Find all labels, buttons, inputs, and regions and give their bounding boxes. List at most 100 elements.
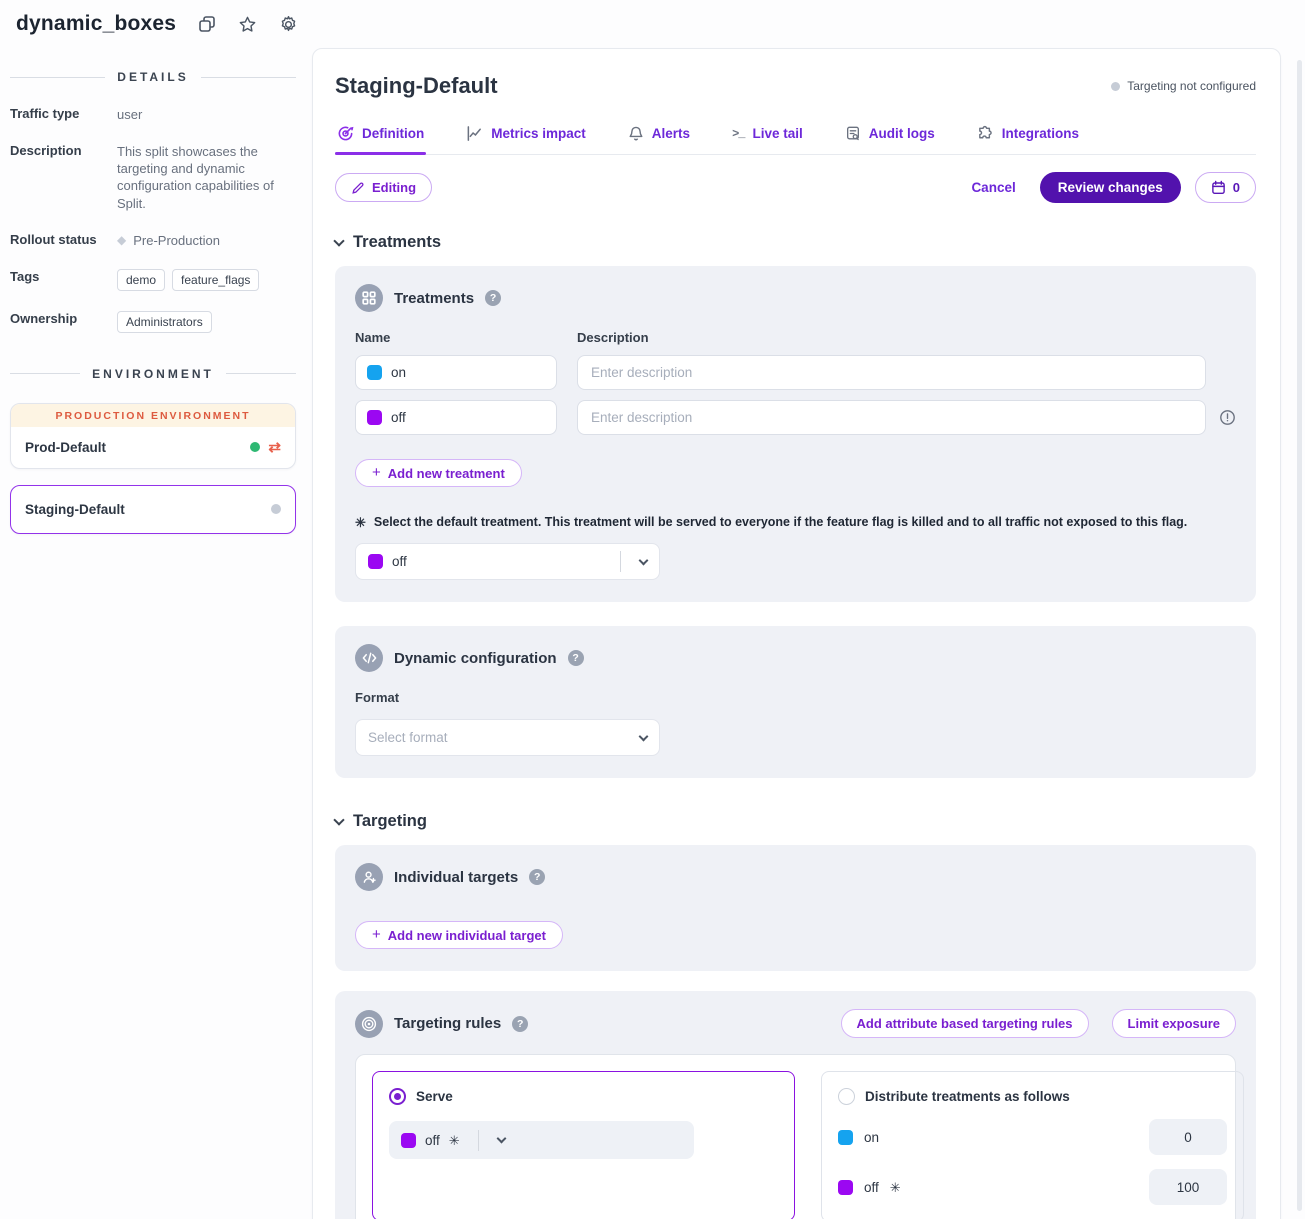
traffic-type-value: user	[117, 106, 142, 123]
info-alert-icon[interactable]	[1219, 409, 1236, 426]
targeting-rules-title: Targeting rules	[394, 1015, 501, 1032]
treatment-description-input-off[interactable]	[577, 400, 1206, 435]
add-new-treatment-button[interactable]: + Add new treatment	[355, 459, 522, 487]
environment-heading: ENVIRONMENT	[10, 367, 296, 381]
rules-body: Serve off ✳	[355, 1054, 1236, 1219]
individual-targets-card: Individual targets ? + Add new individua…	[335, 845, 1256, 971]
tab-audit-logs[interactable]: Audit logs	[843, 125, 937, 154]
tab-definition-label: Definition	[362, 126, 424, 141]
treatment-swatch-blue	[838, 1130, 853, 1145]
ownership-field: Ownership Administrators	[10, 311, 296, 333]
individual-targets-title: Individual targets	[394, 869, 518, 886]
cancel-button[interactable]: Cancel	[971, 180, 1015, 195]
owner-chip[interactable]: Administrators	[117, 311, 212, 333]
format-select[interactable]: Select format	[355, 719, 660, 756]
plus-icon: +	[372, 926, 381, 943]
tab-integrations[interactable]: Integrations	[975, 125, 1081, 154]
metrics-chart-icon	[466, 125, 483, 142]
tab-definition[interactable]: Definition	[335, 125, 426, 154]
description-field: Description This split showcases the tar…	[10, 143, 296, 212]
chevron-down-icon	[639, 731, 649, 741]
traffic-swap-icon: ⇄	[268, 440, 281, 455]
tab-live-tail[interactable]: >_ Live tail	[730, 125, 805, 154]
serve-panel[interactable]: Serve off ✳	[372, 1071, 795, 1219]
treatment-swatch-purple	[838, 1180, 853, 1195]
treatment-description-input-on[interactable]	[577, 355, 1206, 390]
tab-metrics-impact[interactable]: Metrics impact	[464, 125, 588, 154]
scheduled-changes-button[interactable]: 0	[1195, 172, 1256, 203]
vertical-scrollbar[interactable]	[1297, 60, 1302, 1211]
distribute-panel[interactable]: Distribute treatments as follows on	[821, 1071, 1244, 1219]
default-asterisk-icon: ✳	[355, 516, 366, 529]
targeting-status-badge: Targeting not configured	[1111, 79, 1256, 93]
tags-label: Tags	[10, 269, 117, 291]
rollout-status-field: Rollout status ◆ Pre-Production	[10, 232, 296, 249]
tag-chip[interactable]: feature_flags	[172, 269, 259, 291]
description-label: Description	[10, 143, 117, 212]
add-attribute-rules-button[interactable]: Add attribute based targeting rules	[841, 1009, 1089, 1038]
traffic-type-label: Traffic type	[10, 106, 117, 123]
treatments-card-title: Treatments	[394, 290, 474, 307]
environment-card-prod[interactable]: PRODUCTION ENVIRONMENT Prod-Default ⇄	[10, 403, 296, 469]
review-changes-button[interactable]: Review changes	[1040, 172, 1181, 203]
help-icon[interactable]: ?	[485, 290, 501, 306]
flag-name-title: dynamic_boxes	[16, 12, 176, 36]
tab-bar: Definition Metrics impact	[335, 125, 1256, 155]
edit-toolbar: Editing Cancel Review changes 0	[335, 172, 1256, 203]
targeting-section-toggle[interactable]: Targeting	[335, 812, 1256, 831]
favorite-star-icon[interactable]	[238, 15, 257, 34]
help-icon[interactable]: ?	[568, 650, 584, 666]
limit-exposure-button[interactable]: Limit exposure	[1112, 1009, 1236, 1038]
main-panel: Staging-Default Targeting not configured	[312, 48, 1281, 1219]
select-divider	[620, 551, 621, 572]
add-new-individual-target-button[interactable]: + Add new individual target	[355, 921, 563, 949]
treatment-name-field-off[interactable]: off	[355, 400, 557, 435]
treatments-card: Treatments ? Name Description on	[335, 266, 1256, 602]
env-name-staging: Staging-Default	[25, 502, 271, 517]
treatment-name-field-on[interactable]: on	[355, 355, 557, 390]
distribute-label: Distribute treatments as follows	[865, 1089, 1070, 1104]
treatments-section-toggle[interactable]: Treatments	[335, 233, 1256, 252]
chevron-down-icon	[496, 1134, 506, 1144]
calendar-icon	[1211, 180, 1226, 195]
distribute-percentage-input-on[interactable]	[1149, 1119, 1227, 1155]
help-icon[interactable]: ?	[529, 869, 545, 885]
default-asterisk-icon: ✳	[449, 1134, 460, 1147]
treatments-grid-icon	[355, 284, 383, 312]
page: dynamic_boxes DETAILS Traffic type	[0, 0, 1305, 1219]
audit-log-document-icon	[845, 125, 861, 142]
ownership-label: Ownership	[10, 311, 117, 333]
tab-alerts[interactable]: Alerts	[626, 125, 692, 154]
environment-card-staging[interactable]: Staging-Default	[10, 485, 296, 534]
name-column-label: Name	[355, 330, 557, 345]
targeting-rules-card: Targeting rules ? Add attribute based ta…	[335, 991, 1256, 1219]
status-dot-icon	[1111, 82, 1120, 91]
treatment-row-on: on	[355, 355, 1236, 390]
description-value: This split showcases the targeting and d…	[117, 143, 277, 212]
editing-button[interactable]: Editing	[335, 173, 432, 202]
traffic-type-field: Traffic type user	[10, 106, 296, 123]
chevron-down-icon	[333, 235, 344, 246]
distribute-percentage-input-off[interactable]	[1149, 1169, 1227, 1205]
format-label: Format	[355, 690, 1236, 705]
integrations-puzzle-icon	[977, 125, 994, 142]
targeting-section-title: Targeting	[353, 812, 427, 831]
tab-live-tail-label: Live tail	[752, 126, 802, 141]
sidebar: DETAILS Traffic type user Description Th…	[0, 36, 312, 550]
dynamic-configuration-card: Dynamic configuration ? Format Select fo…	[335, 626, 1256, 778]
details-heading: DETAILS	[10, 70, 296, 84]
serve-radio-selected[interactable]	[389, 1088, 406, 1105]
help-icon[interactable]: ?	[512, 1016, 528, 1032]
tag-chip[interactable]: demo	[117, 269, 165, 291]
default-treatment-select[interactable]: off	[355, 543, 660, 580]
serve-treatment-select[interactable]: off ✳	[389, 1121, 694, 1159]
distribute-row-off: off ✳	[838, 1169, 1227, 1205]
distribute-radio-unselected[interactable]	[838, 1088, 855, 1105]
tab-alerts-label: Alerts	[652, 126, 690, 141]
select-divider	[478, 1130, 479, 1151]
treatment-swatch-purple	[368, 554, 383, 569]
pencil-icon	[351, 181, 365, 195]
copy-icon[interactable]	[198, 15, 216, 33]
settings-gear-icon[interactable]	[279, 15, 298, 34]
add-user-icon	[355, 863, 383, 891]
